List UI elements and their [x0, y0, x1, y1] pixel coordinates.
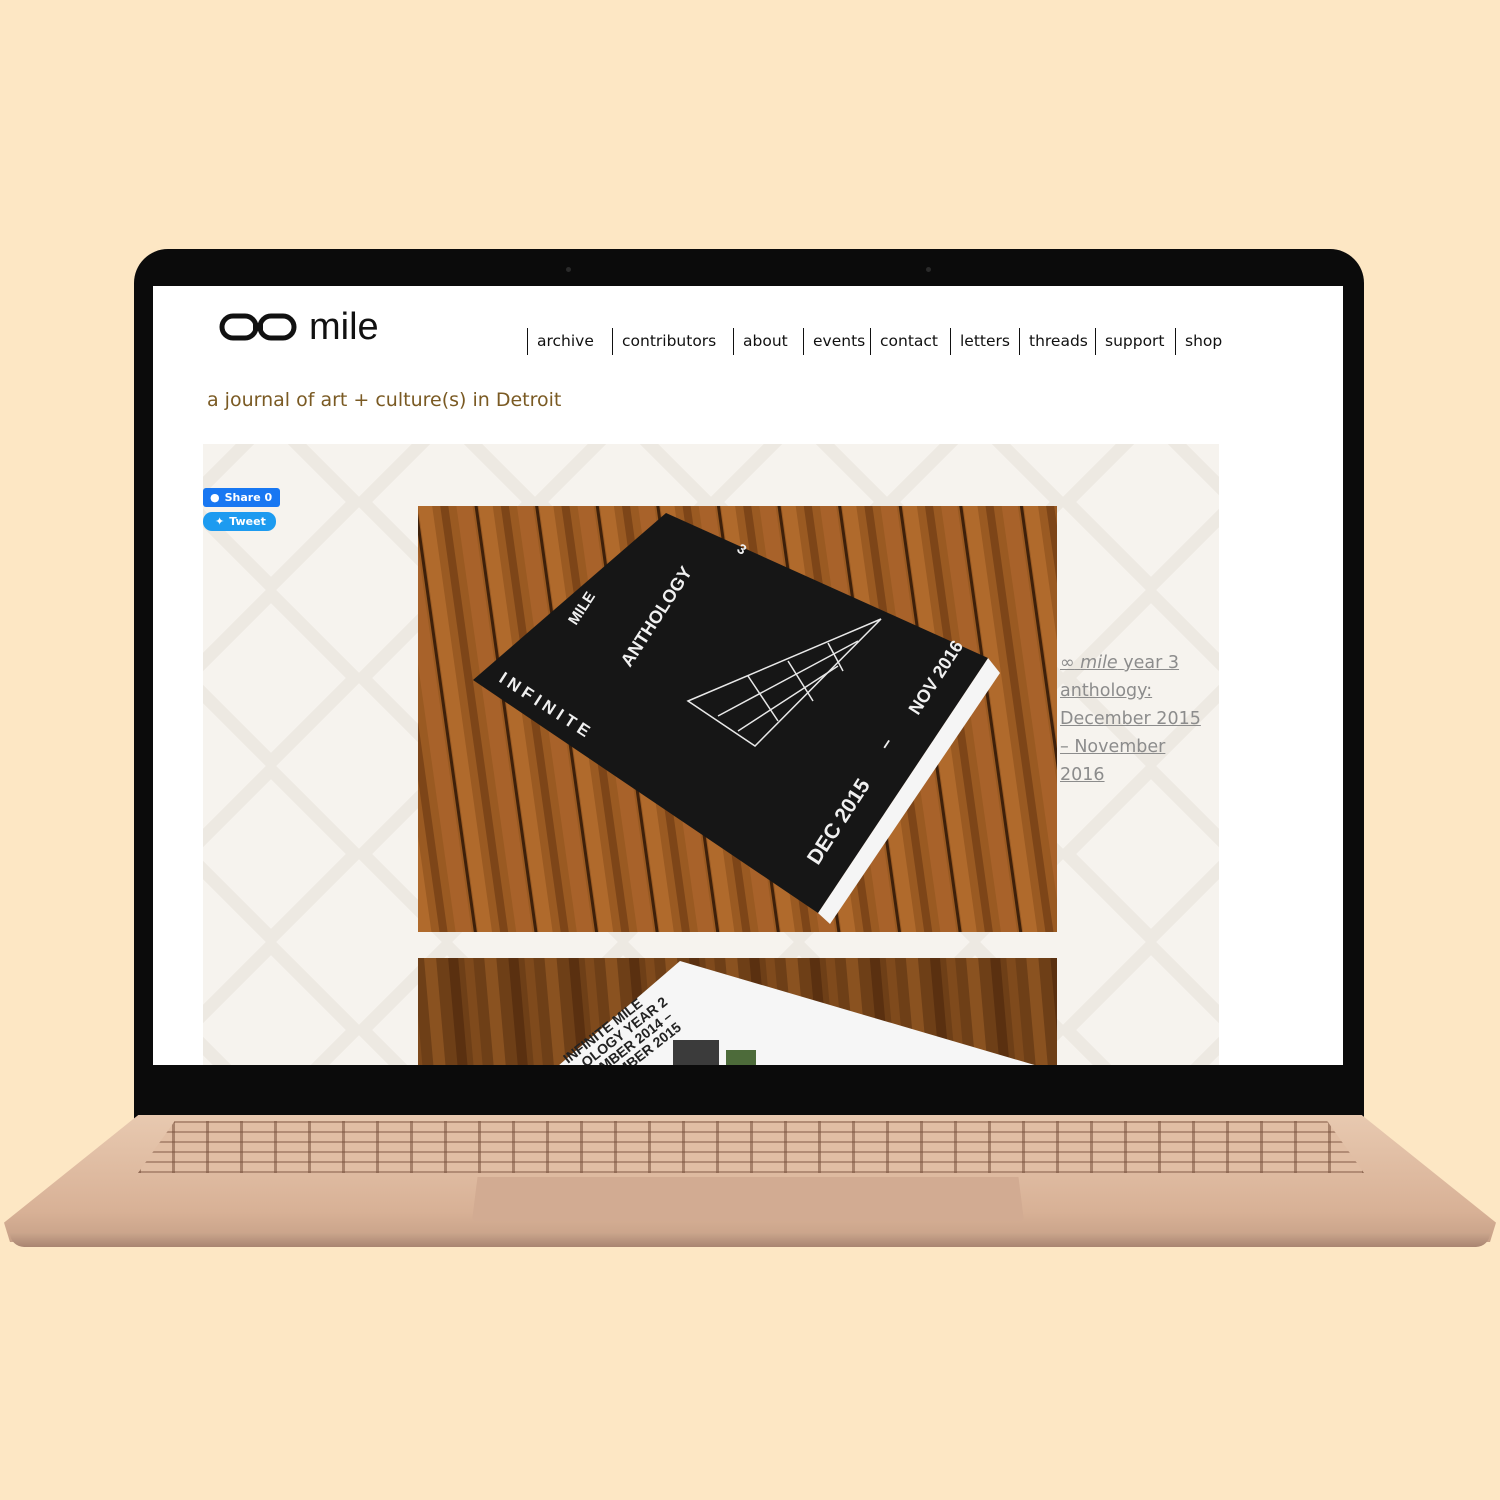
browser-screen: mile archive contributors about events c… — [153, 286, 1343, 1065]
infinity-logo-icon — [219, 313, 297, 341]
twitter-bird-icon: ✦ — [215, 515, 225, 528]
laptop-trackpad — [472, 1177, 1024, 1221]
camera-dot — [566, 267, 571, 272]
nav-contact[interactable]: contact — [870, 328, 950, 355]
site-logo[interactable]: mile — [219, 308, 379, 346]
anthology-book-photo[interactable]: MILE ANTHOLOGY 3 I N F I N I T E DEC 201… — [418, 506, 1057, 932]
caption-italic-mile: mile — [1080, 653, 1118, 673]
laptop-keyboard — [138, 1121, 1364, 1173]
second-book-thumb-2 — [726, 1050, 756, 1065]
nav-contributors[interactable]: contributors — [612, 328, 733, 355]
second-book-thumb-1 — [673, 1040, 719, 1065]
nav-archive[interactable]: archive — [527, 328, 612, 355]
nav-support[interactable]: support — [1095, 328, 1175, 355]
tweet-label: Tweet — [229, 515, 266, 528]
caption-infinity: ∞ — [1060, 653, 1075, 673]
second-anthology-photo[interactable]: INFINITE MILE OLOGY YEAR 2 MBER 2014 – M… — [418, 958, 1057, 1065]
nav-events[interactable]: events — [803, 328, 870, 355]
tweet-button[interactable]: ✦ Tweet — [203, 512, 276, 531]
share-label: Share 0 — [224, 491, 273, 504]
main-nav: archive contributors about events contac… — [527, 328, 1234, 355]
sensor-dot — [926, 267, 931, 272]
nav-about[interactable]: about — [733, 328, 803, 355]
nav-threads[interactable]: threads — [1019, 328, 1095, 355]
laptop-front-edge — [10, 1233, 1490, 1247]
nav-letters[interactable]: letters — [950, 328, 1019, 355]
site-tagline: a journal of art + culture(s) in Detroit — [207, 389, 562, 411]
anthology-caption-link[interactable]: ∞ mile year 3 anthology: December 2015 –… — [1060, 649, 1210, 789]
facebook-share-button[interactable]: ● Share 0 — [203, 488, 280, 507]
nav-shop[interactable]: shop — [1175, 328, 1234, 355]
facebook-icon: ● — [210, 491, 220, 504]
logo-text: mile — [309, 306, 379, 348]
